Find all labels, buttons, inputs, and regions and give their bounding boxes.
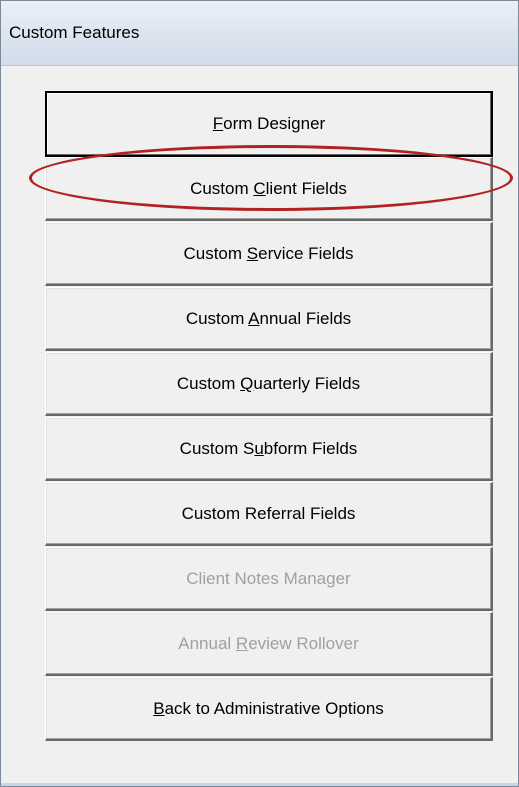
button-label-accelerator: R: [235, 634, 249, 653]
button-label-accelerator: F: [212, 114, 224, 133]
button-label-post: eview Rollover: [248, 634, 359, 653]
annual-review-rollover-button: Annual Review Rollover: [45, 612, 493, 676]
button-stack: Form Designer Custom Client Fields Custo…: [45, 91, 493, 742]
button-label-pre: Custom S: [179, 439, 255, 458]
button-label-pre: Custom: [185, 309, 249, 328]
form-designer-button[interactable]: Form Designer: [45, 91, 493, 157]
button-label-post: orm Designer: [223, 114, 326, 133]
window-title: Custom Features: [9, 23, 140, 42]
button-label-pre: Custom Referral Fields: [181, 504, 356, 523]
button-label-accelerator: S: [246, 244, 259, 263]
button-label-pre: Annual: [178, 634, 236, 653]
custom-quarterly-fields-button[interactable]: Custom Quarterly Fields: [45, 352, 493, 416]
button-label-post: ack to Administrative Options: [164, 699, 384, 718]
button-label-accelerator: Q: [240, 374, 254, 393]
button-label-accelerator: C: [253, 179, 266, 198]
back-to-administrative-options-button[interactable]: Back to Administrative Options: [45, 677, 493, 741]
button-label-pre: Custom: [183, 244, 247, 263]
custom-subform-fields-button[interactable]: Custom Subform Fields: [45, 417, 493, 481]
button-label-post: bform Fields: [263, 439, 358, 458]
button-label-pre: Custom: [176, 374, 241, 393]
button-label-post: nnual Fields: [259, 309, 352, 328]
custom-client-fields-button[interactable]: Custom Client Fields: [45, 157, 493, 221]
title-bar: Custom Features: [1, 1, 518, 66]
custom-referral-fields-button[interactable]: Custom Referral Fields: [45, 482, 493, 546]
custom-service-fields-button[interactable]: Custom Service Fields: [45, 222, 493, 286]
button-label-post: uarterly Fields: [253, 374, 361, 393]
button-label-accelerator: B: [153, 699, 165, 718]
button-label-accelerator: A: [248, 309, 260, 328]
custom-annual-fields-button[interactable]: Custom Annual Fields: [45, 287, 493, 351]
button-label-post: ervice Fields: [258, 244, 354, 263]
button-label-post: lient Fields: [265, 179, 347, 198]
custom-features-window: Custom Features Form Designer Custom Cli…: [0, 0, 519, 787]
button-label-pre: Custom: [190, 179, 254, 198]
window-bottom-edge: [1, 783, 518, 786]
button-label-accelerator: u: [254, 439, 264, 458]
button-label-pre: Client Notes Manager: [186, 569, 351, 588]
client-notes-manager-button: Client Notes Manager: [45, 547, 493, 611]
